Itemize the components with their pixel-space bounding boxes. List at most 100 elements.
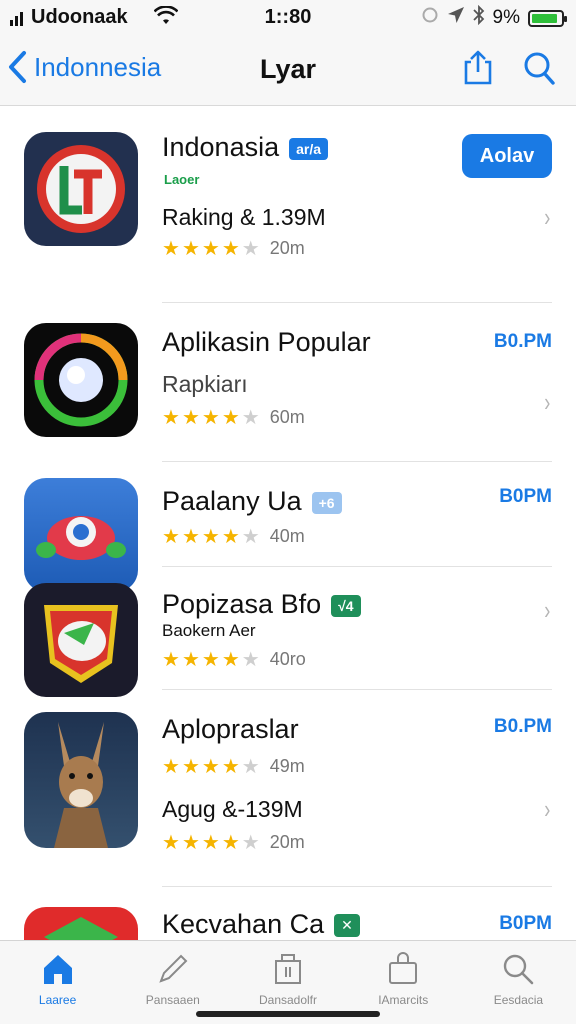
app-name-text: Paalany Ua bbox=[162, 486, 302, 516]
star-icon: ★ bbox=[201, 238, 220, 260]
star-empty-icon: ★ bbox=[241, 238, 260, 260]
app-name: Aplikasin Popular bbox=[162, 327, 371, 357]
tab-label: Eesdacia bbox=[493, 993, 544, 1007]
star-icon: ★ bbox=[221, 526, 240, 548]
rating-count: 40m bbox=[269, 526, 305, 546]
chevron-right-icon[interactable]: › bbox=[545, 794, 551, 825]
navigation-bar: Indonnesia Lyar bbox=[0, 36, 576, 106]
app-badge: ✕ bbox=[334, 914, 360, 938]
app-name-text: Indonasia bbox=[162, 132, 280, 162]
alarm-icon bbox=[421, 6, 439, 30]
star-rating: ★ ★ ★ ★ ★ 49m bbox=[162, 754, 305, 779]
star-empty-icon: ★ bbox=[241, 407, 260, 429]
app-icon[interactable] bbox=[24, 583, 138, 697]
tab-label: Laaree bbox=[38, 993, 77, 1007]
tab-home[interactable]: Laaree bbox=[0, 941, 115, 1024]
chevron-right-icon[interactable]: › bbox=[545, 202, 551, 233]
star-icon: ★ bbox=[181, 238, 200, 260]
star-rating: ★ ★ ★ ★ ★ 20m bbox=[162, 236, 305, 261]
status-right: 9% bbox=[421, 4, 567, 31]
list-item[interactable]: Indonasia ar/a Laoer Raking & 1.39M ★ ★ ★ ★ ★… bbox=[0, 106, 576, 302]
star-icon: ★ bbox=[221, 238, 240, 260]
app-name: Kecvahan Ca ✕ bbox=[162, 909, 360, 940]
archive-box-icon bbox=[275, 954, 301, 984]
list-item[interactable]: Kecvahan Ca ✕ B0PM bbox=[0, 887, 576, 940]
list-item[interactable]: Aplikasin Popular Rapkiarı ★ ★ ★ ★ ★ 60m B0.… bbox=[0, 303, 576, 461]
pen-icon bbox=[159, 954, 188, 983]
star-icon: ★ bbox=[181, 756, 200, 778]
star-icon: ★ bbox=[162, 756, 180, 778]
list-item[interactable]: Aplopraslar ★ ★ ★ ★ ★ 49m Agug &-139M ★ ★ ★ ★ ★ … bbox=[0, 690, 576, 886]
app-name-text: Kecvahan Ca bbox=[162, 909, 325, 939]
app-icon[interactable] bbox=[24, 132, 138, 246]
price-label[interactable]: B0.PM bbox=[494, 331, 552, 353]
star-empty-icon: ★ bbox=[241, 649, 260, 671]
app-subtitle: Agug &-139M bbox=[162, 796, 303, 822]
bluetooth-icon bbox=[472, 4, 485, 31]
star-icon: ★ bbox=[162, 832, 180, 854]
star-icon: ★ bbox=[181, 649, 200, 671]
battery-fill bbox=[532, 13, 558, 23]
star-empty-icon: ★ bbox=[241, 832, 260, 854]
star-empty-icon: ★ bbox=[241, 756, 260, 778]
star-icon: ★ bbox=[201, 407, 220, 429]
tab-search[interactable]: Eesdacia bbox=[461, 941, 576, 1024]
star-icon: ★ bbox=[162, 238, 180, 260]
app-name-text: Popizasa Bfo bbox=[162, 589, 322, 619]
tab-label: IAmarcits bbox=[378, 993, 429, 1007]
star-icon: ★ bbox=[221, 756, 240, 778]
star-icon: ★ bbox=[221, 649, 240, 671]
share-icon[interactable] bbox=[460, 50, 496, 86]
app-name: Aplopraslar bbox=[162, 714, 299, 744]
star-rating: ★ ★ ★ ★ ★ 60m bbox=[162, 405, 305, 430]
app-subtitle: Baokern Aer bbox=[162, 621, 256, 640]
app-badge: √4 bbox=[331, 594, 361, 617]
app-name: Popizasa Bfo √4 bbox=[162, 589, 361, 620]
rating-count: 49m bbox=[269, 756, 305, 776]
chevron-right-icon[interactable]: › bbox=[545, 387, 551, 418]
status-bar: Udoonaak 1::80 9% bbox=[0, 0, 576, 36]
rating-count: 20m bbox=[269, 832, 305, 852]
star-icon: ★ bbox=[181, 526, 200, 548]
price-label[interactable]: B0PM bbox=[499, 913, 552, 935]
location-arrow-icon bbox=[447, 6, 465, 30]
star-icon: ★ bbox=[162, 526, 180, 548]
star-icon: ★ bbox=[201, 649, 220, 671]
star-icon: ★ bbox=[221, 832, 240, 854]
home-indicator bbox=[196, 1011, 380, 1017]
price-label[interactable]: B0PM bbox=[499, 486, 552, 508]
app-name: Indonasia ar/a bbox=[162, 132, 329, 163]
star-icon: ★ bbox=[162, 649, 180, 671]
star-icon: ★ bbox=[221, 407, 240, 429]
price-label[interactable]: B0.PM bbox=[494, 716, 552, 738]
app-icon[interactable] bbox=[24, 712, 138, 848]
star-rating: ★ ★ ★ ★ ★ 40ro bbox=[162, 647, 306, 672]
star-icon: ★ bbox=[201, 832, 220, 854]
battery-icon bbox=[528, 9, 567, 27]
get-button[interactable]: Aolav bbox=[462, 134, 552, 178]
list-item[interactable]: Popizasa Bfo √4 Baokern Aer ★ ★ ★ ★ ★ 40ro › bbox=[0, 567, 576, 697]
rating-count: 40ro bbox=[269, 649, 306, 669]
chevron-right-icon[interactable]: › bbox=[545, 595, 551, 626]
app-badge: ar/a bbox=[289, 137, 329, 160]
app-subtitle: Raking & 1.39M bbox=[162, 204, 326, 230]
app-icon[interactable] bbox=[24, 323, 138, 437]
app-icon[interactable] bbox=[24, 907, 138, 940]
star-icon: ★ bbox=[162, 407, 180, 429]
list-item[interactable]: Paalany Ua +6 ★ ★ ★ ★ ★ 40m B0PM bbox=[0, 462, 576, 592]
search-icon[interactable] bbox=[522, 50, 556, 86]
battery-percent: 9% bbox=[492, 7, 520, 28]
star-empty-icon: ★ bbox=[241, 526, 260, 548]
app-tag: Laoer bbox=[164, 172, 200, 187]
star-icon: ★ bbox=[201, 756, 220, 778]
home-icon bbox=[43, 955, 72, 984]
app-subtitle: Rapkiarı bbox=[162, 371, 248, 397]
tab-label: Pansaaen bbox=[145, 993, 200, 1007]
star-rating: ★ ★ ★ ★ ★ 20m bbox=[162, 830, 305, 855]
rating-count: 60m bbox=[269, 407, 305, 427]
star-icon: ★ bbox=[201, 526, 220, 548]
app-badge: +6 bbox=[311, 491, 342, 514]
search-icon bbox=[504, 954, 534, 985]
star-icon: ★ bbox=[181, 407, 200, 429]
app-name: Paalany Ua +6 bbox=[162, 486, 342, 517]
